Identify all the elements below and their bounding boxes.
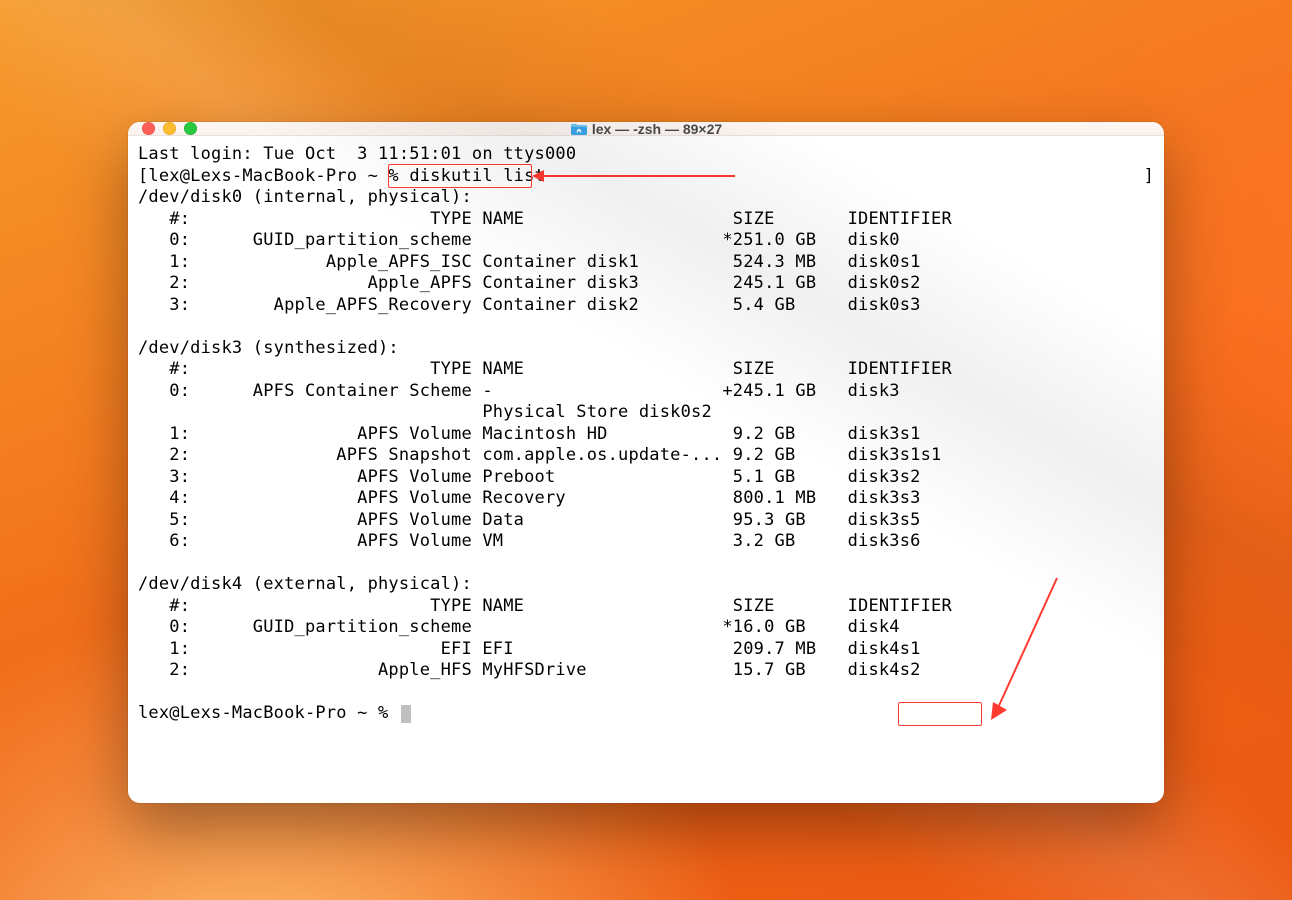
table-row: 6: APFS Volume VM 3.2 GB disk3s6 bbox=[138, 531, 921, 551]
annotation-arrow-identifier bbox=[983, 574, 1063, 724]
table-row: 1: EFI EFI 209.7 MB disk4s1 bbox=[138, 639, 921, 659]
prompt-line-1: [lex@Lexs-MacBook-Pro ~ % diskutil list] bbox=[138, 166, 545, 186]
home-folder-icon bbox=[570, 122, 586, 135]
table-row: 5: APFS Volume Data 95.3 GB disk3s5 bbox=[138, 510, 921, 530]
annotation-arrow-command bbox=[530, 166, 740, 186]
terminal-window: lex — -zsh — 89×27 Last login: Tue Oct 3… bbox=[128, 122, 1164, 803]
table-row: 2: Apple_APFS Container disk3 245.1 GB d… bbox=[138, 273, 921, 293]
prompt-line-2: lex@Lexs-MacBook-Pro ~ % bbox=[138, 703, 411, 723]
table-row: 4: APFS Volume Recovery 800.1 MB disk3s3 bbox=[138, 488, 921, 508]
disk0-header: #: TYPE NAME SIZE IDENTIFIER bbox=[138, 209, 952, 229]
table-row: 0: GUID_partition_scheme *251.0 GB disk0 bbox=[138, 230, 900, 250]
minimize-button[interactable] bbox=[163, 122, 176, 135]
table-row: 0: APFS Container Scheme - +245.1 GB dis… bbox=[138, 381, 900, 401]
cursor-icon bbox=[401, 705, 411, 723]
disk4-device: /dev/disk4 (external, physical): bbox=[138, 574, 472, 594]
annotation-identifier-box bbox=[898, 702, 982, 726]
last-login-line: Last login: Tue Oct 3 11:51:01 on ttys00… bbox=[138, 144, 576, 164]
desktop-background: lex — -zsh — 89×27 Last login: Tue Oct 3… bbox=[0, 0, 1292, 900]
disk3-header: #: TYPE NAME SIZE IDENTIFIER bbox=[138, 359, 952, 379]
close-button[interactable] bbox=[142, 122, 155, 135]
zoom-button[interactable] bbox=[184, 122, 197, 135]
traffic-lights bbox=[128, 122, 197, 135]
table-row: 1: Apple_APFS_ISC Container disk1 524.3 … bbox=[138, 252, 921, 272]
disk0-device: /dev/disk0 (internal, physical): bbox=[138, 187, 472, 207]
table-row: 2: APFS Snapshot com.apple.os.update-...… bbox=[138, 445, 941, 465]
window-title: lex — -zsh — 89×27 bbox=[128, 122, 1164, 137]
table-row: 2: Apple_HFS MyHFSDrive 15.7 GB disk4s2 bbox=[138, 660, 921, 680]
table-row: 1: APFS Volume Macintosh HD 9.2 GB disk3… bbox=[138, 424, 921, 444]
table-row: 0: GUID_partition_scheme *16.0 GB disk4 bbox=[138, 617, 900, 637]
disk4-header: #: TYPE NAME SIZE IDENTIFIER bbox=[138, 596, 952, 616]
typed-command: diskutil list bbox=[409, 166, 545, 186]
window-titlebar[interactable]: lex — -zsh — 89×27 bbox=[128, 122, 1164, 136]
disk3-device: /dev/disk3 (synthesized): bbox=[138, 338, 399, 358]
table-row: 3: Apple_APFS_Recovery Container disk2 5… bbox=[138, 295, 921, 315]
table-row: Physical Store disk0s2 bbox=[138, 402, 712, 422]
table-row: 3: APFS Volume Preboot 5.1 GB disk3s2 bbox=[138, 467, 921, 487]
window-title-text: lex — -zsh — 89×27 bbox=[592, 122, 722, 137]
terminal-content[interactable]: Last login: Tue Oct 3 11:51:01 on ttys00… bbox=[128, 136, 1164, 803]
